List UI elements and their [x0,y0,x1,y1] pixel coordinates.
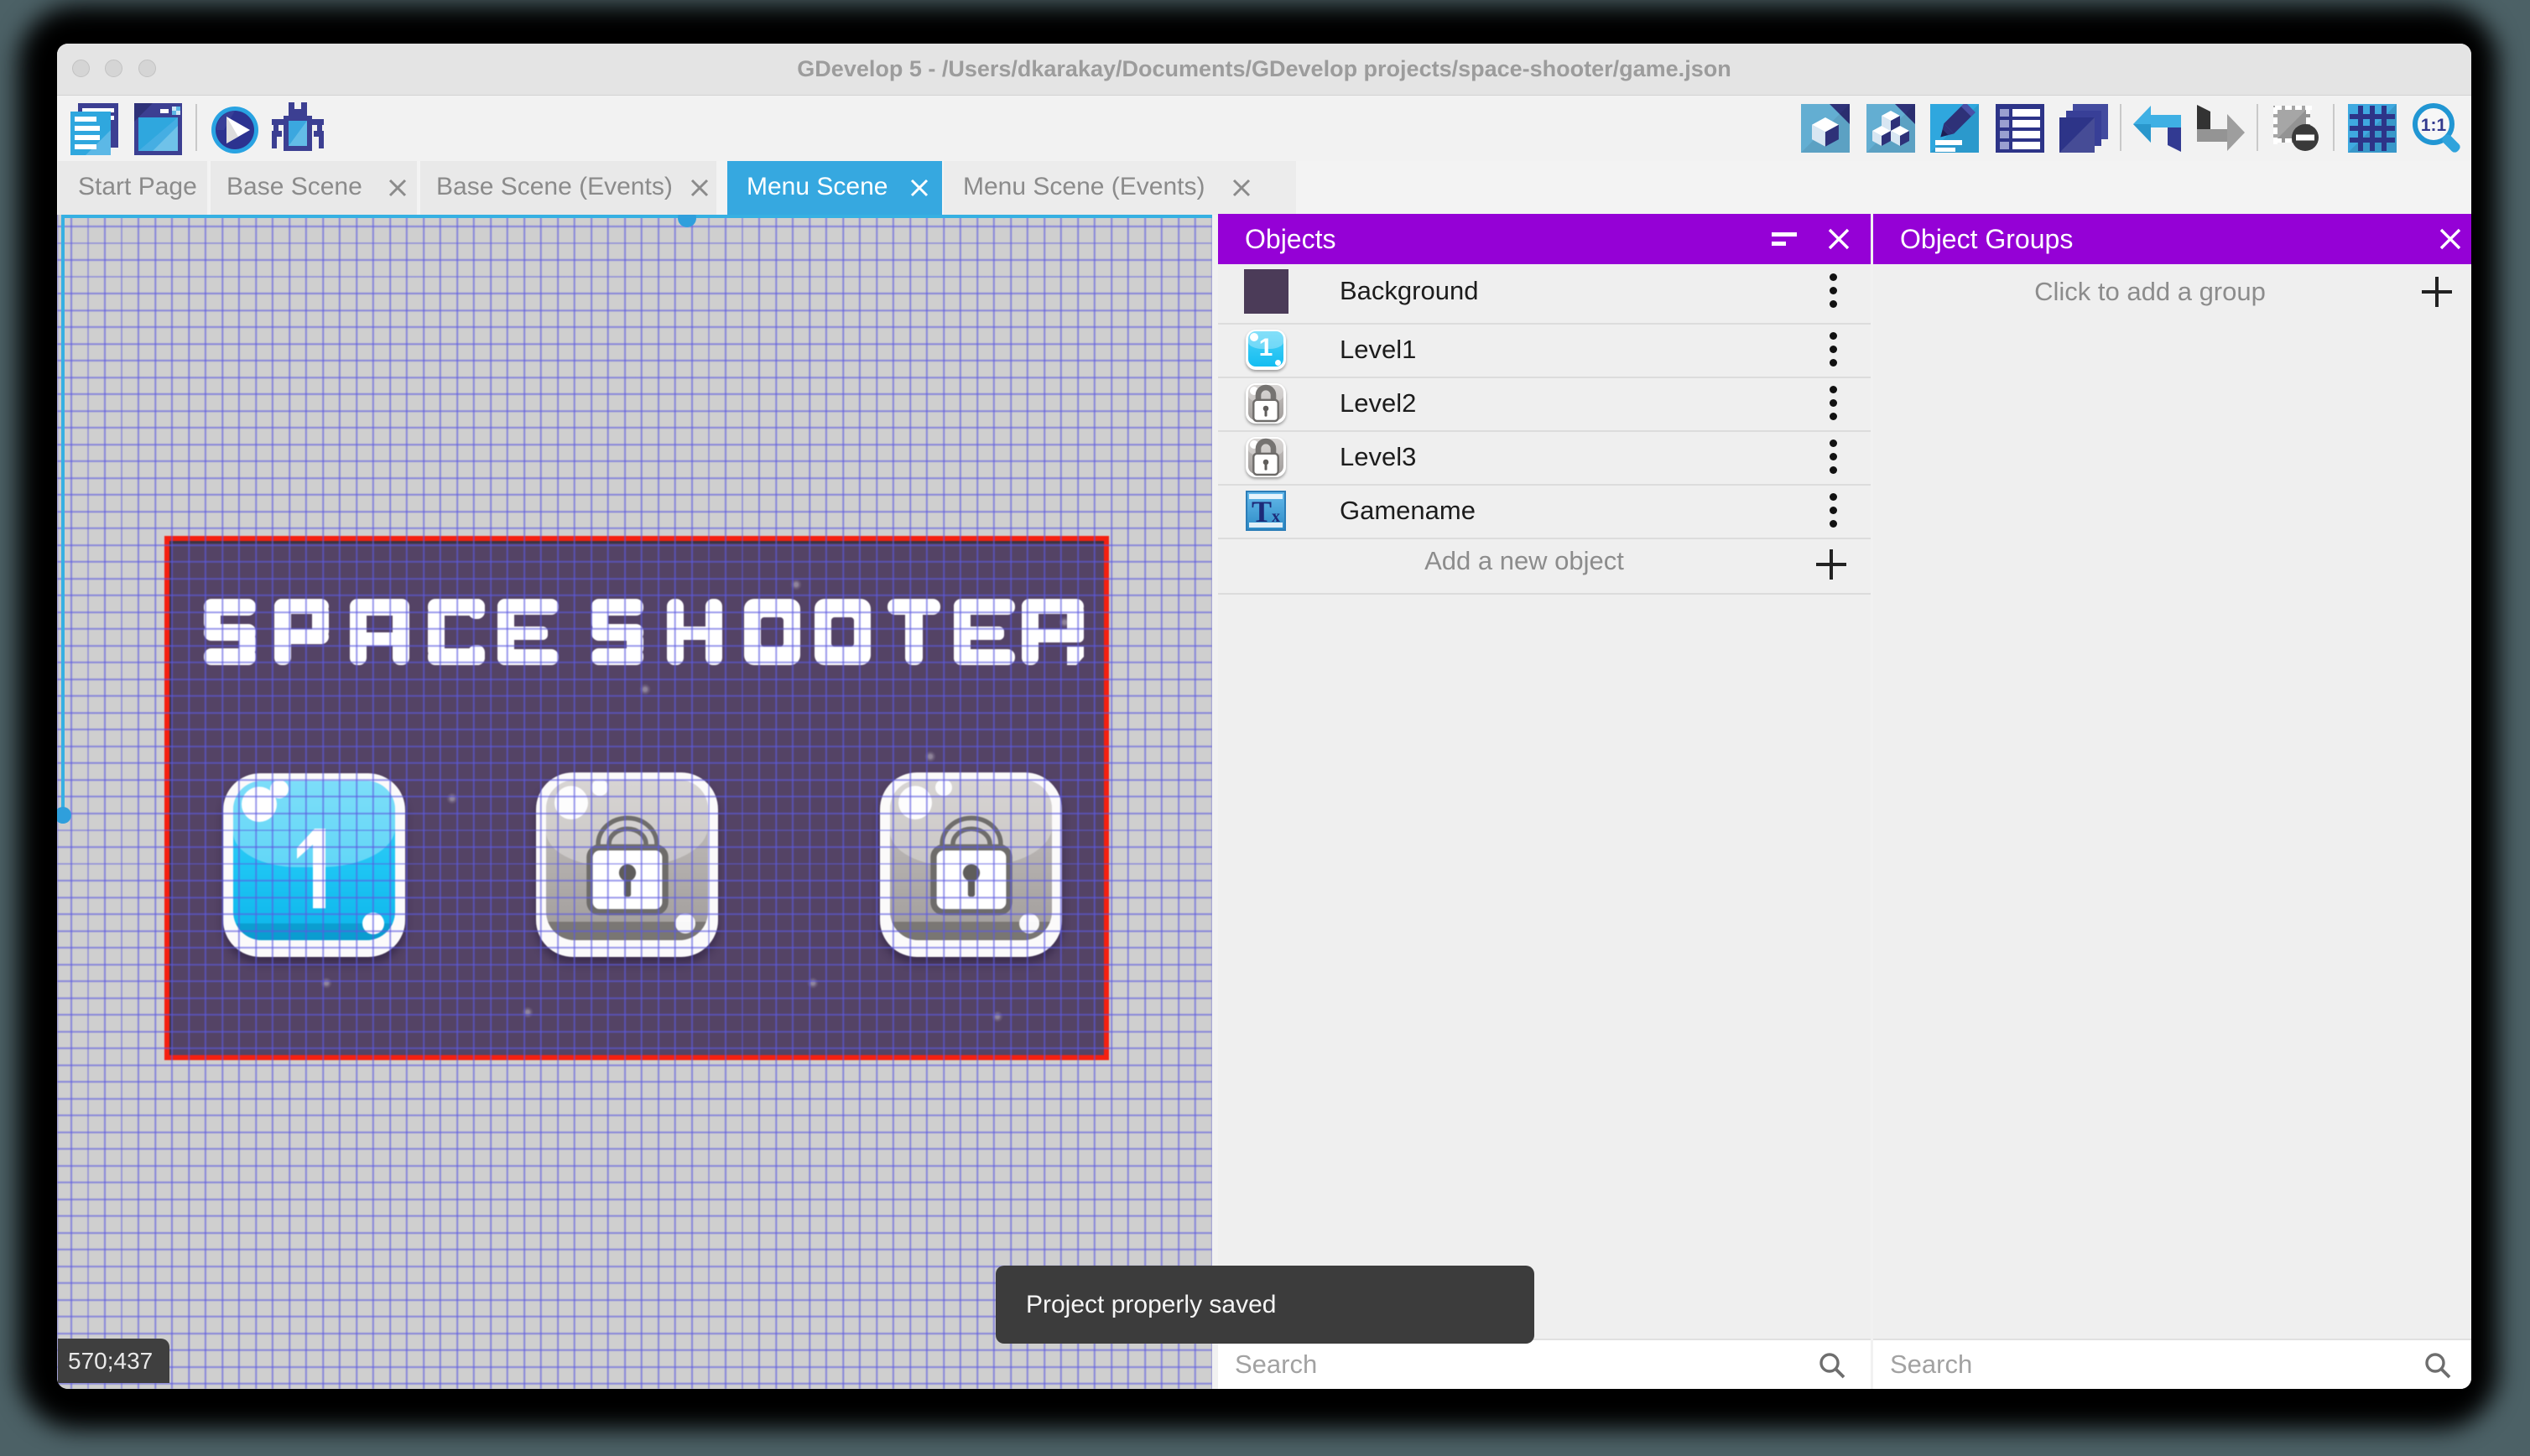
svg-text:1:1: 1:1 [2421,116,2447,135]
